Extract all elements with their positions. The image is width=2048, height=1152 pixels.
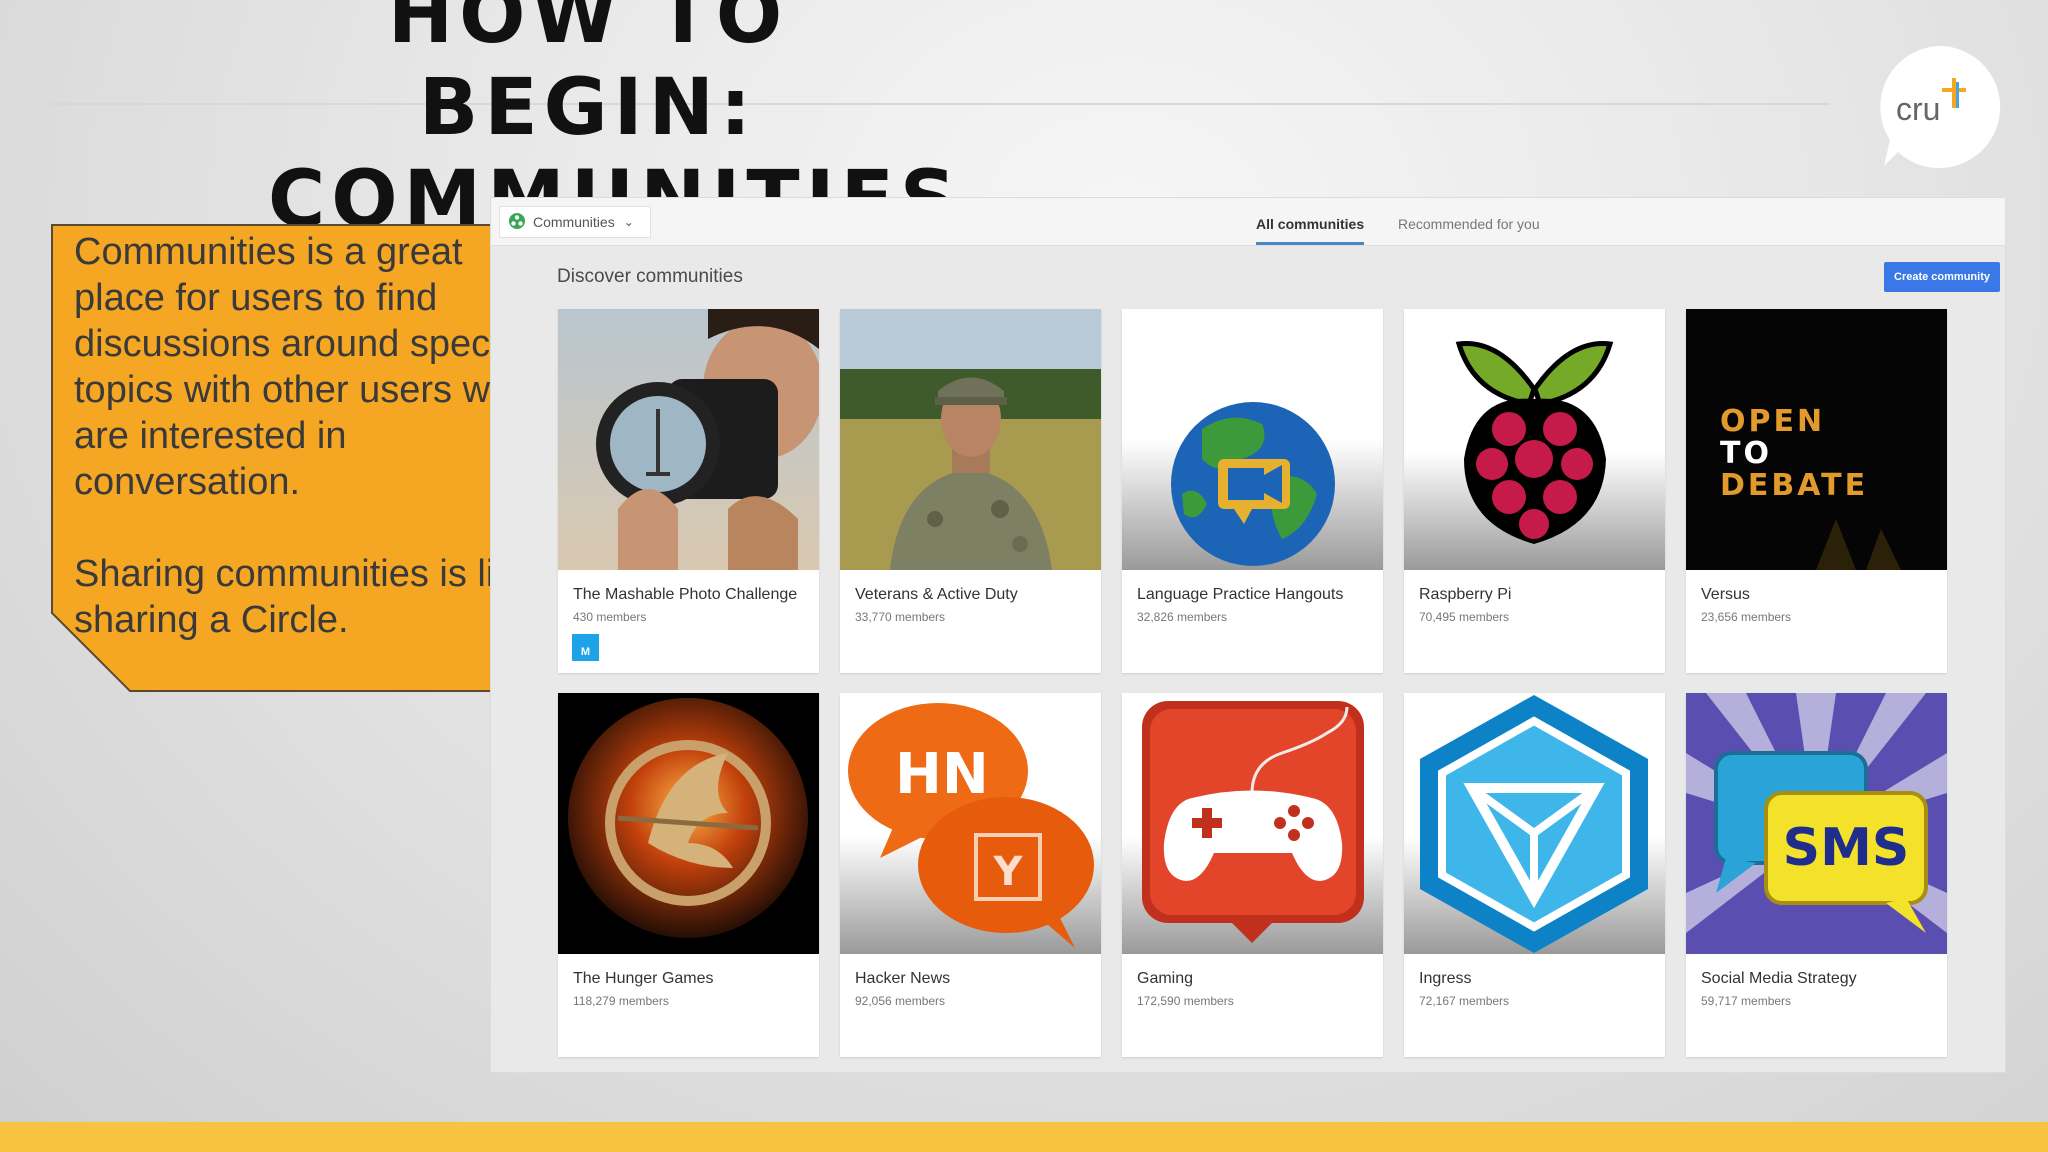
community-name: Language Practice Hangouts <box>1137 586 1344 603</box>
raspberry-icon <box>1404 309 1665 570</box>
member-count: 59,717 members <box>1701 994 1792 1008</box>
community-card[interactable]: The Hunger Games 118,279 members <box>558 693 819 1057</box>
open-to-debate-image: OPEN TO DEBATE <box>1686 309 1947 570</box>
communities-icon <box>508 212 526 233</box>
sms-bubble-icon: SMS <box>1686 693 1947 954</box>
callout-paragraph-1: Communities is a great place for users t… <box>74 231 537 503</box>
communities-screenshot: Communities ⌄ All communities Recommende… <box>490 197 2006 1073</box>
member-count: 72,167 members <box>1419 994 1510 1008</box>
community-name: The Mashable Photo Challenge <box>573 586 798 603</box>
community-card[interactable]: Language Practice Hangouts 32,826 member… <box>1122 309 1383 673</box>
member-count: 33,770 members <box>855 610 946 624</box>
community-name: The Hunger Games <box>573 970 714 987</box>
cru-logo-text: cru <box>1896 91 1940 127</box>
active-tab-indicator <box>1256 242 1364 245</box>
member-count: 118,279 members <box>573 994 669 1008</box>
debate-text-to: TO <box>1720 436 1772 471</box>
community-name: Social Media Strategy <box>1701 970 1857 987</box>
tab-recommended[interactable]: Recommended for you <box>1398 216 1540 232</box>
member-count: 23,656 members <box>1701 610 1792 624</box>
cru-logo: cru <box>1874 42 2004 172</box>
community-name: Ingress <box>1419 970 1472 987</box>
hn-bubbles-icon: HN Y <box>840 693 1101 954</box>
footer-accent-bar <box>0 1122 2048 1152</box>
communities-dropdown[interactable]: Communities ⌄ <box>499 206 651 238</box>
soldier-image <box>840 309 1101 570</box>
chevron-down-icon: ⌄ <box>623 215 634 229</box>
community-card[interactable]: The Mashable Photo Challenge 430 members… <box>558 309 819 673</box>
debate-text-debate: DEBATE <box>1720 468 1868 503</box>
community-name: Versus <box>1701 586 1750 603</box>
ingress-icon <box>1404 693 1665 954</box>
info-callout: Communities is a great place for users t… <box>50 223 546 693</box>
callout-paragraph-2: Sharing communities is like sharing a Ci… <box>74 553 535 641</box>
photographer-image <box>558 309 819 570</box>
slide-title-line1: HOW TO BEGIN: <box>387 0 789 153</box>
hn-y-text: Y <box>993 849 1024 895</box>
member-count: 32,826 members <box>1137 610 1228 624</box>
communities-topbar: Communities ⌄ All communities Recommende… <box>491 198 2005 246</box>
community-card[interactable]: Raspberry Pi 70,495 members <box>1404 309 1665 673</box>
hn-text: HN <box>895 742 989 807</box>
community-name: Hacker News <box>855 970 951 987</box>
member-count: 172,590 members <box>1137 994 1234 1008</box>
member-count: 430 members <box>573 610 647 624</box>
community-card[interactable]: OPEN TO DEBATE Versus 23,656 members <box>1686 309 1947 673</box>
community-name: Raspberry Pi <box>1419 586 1512 603</box>
gamepad-icon <box>1122 693 1383 954</box>
community-card[interactable]: Veterans & Active Duty 33,770 members <box>840 309 1101 673</box>
mockingjay-image <box>558 693 819 954</box>
sms-text: SMS <box>1783 818 1910 878</box>
globe-video-icon <box>1122 309 1383 570</box>
member-count: 70,495 members <box>1419 610 1510 624</box>
community-card[interactable]: SMS Social Media Strategy 59,717 members <box>1686 693 1947 1057</box>
community-name: Gaming <box>1137 970 1194 987</box>
community-card[interactable]: Ingress 72,167 members <box>1404 693 1665 1057</box>
community-name: Veterans & Active Duty <box>855 586 1018 603</box>
member-count: 92,056 members <box>855 994 946 1008</box>
community-card[interactable]: HN Y Hacker News 92,056 members <box>840 693 1101 1057</box>
section-title: Discover communities <box>557 266 743 287</box>
community-card[interactable]: Gaming 172,590 members <box>1122 693 1383 1057</box>
mashable-badge-icon: M <box>572 634 599 661</box>
debate-text-open: OPEN <box>1720 404 1825 439</box>
create-community-button[interactable]: Create community <box>1884 262 2000 292</box>
tab-all-communities[interactable]: All communities <box>1256 216 1364 232</box>
communities-dropdown-label: Communities <box>533 214 615 230</box>
